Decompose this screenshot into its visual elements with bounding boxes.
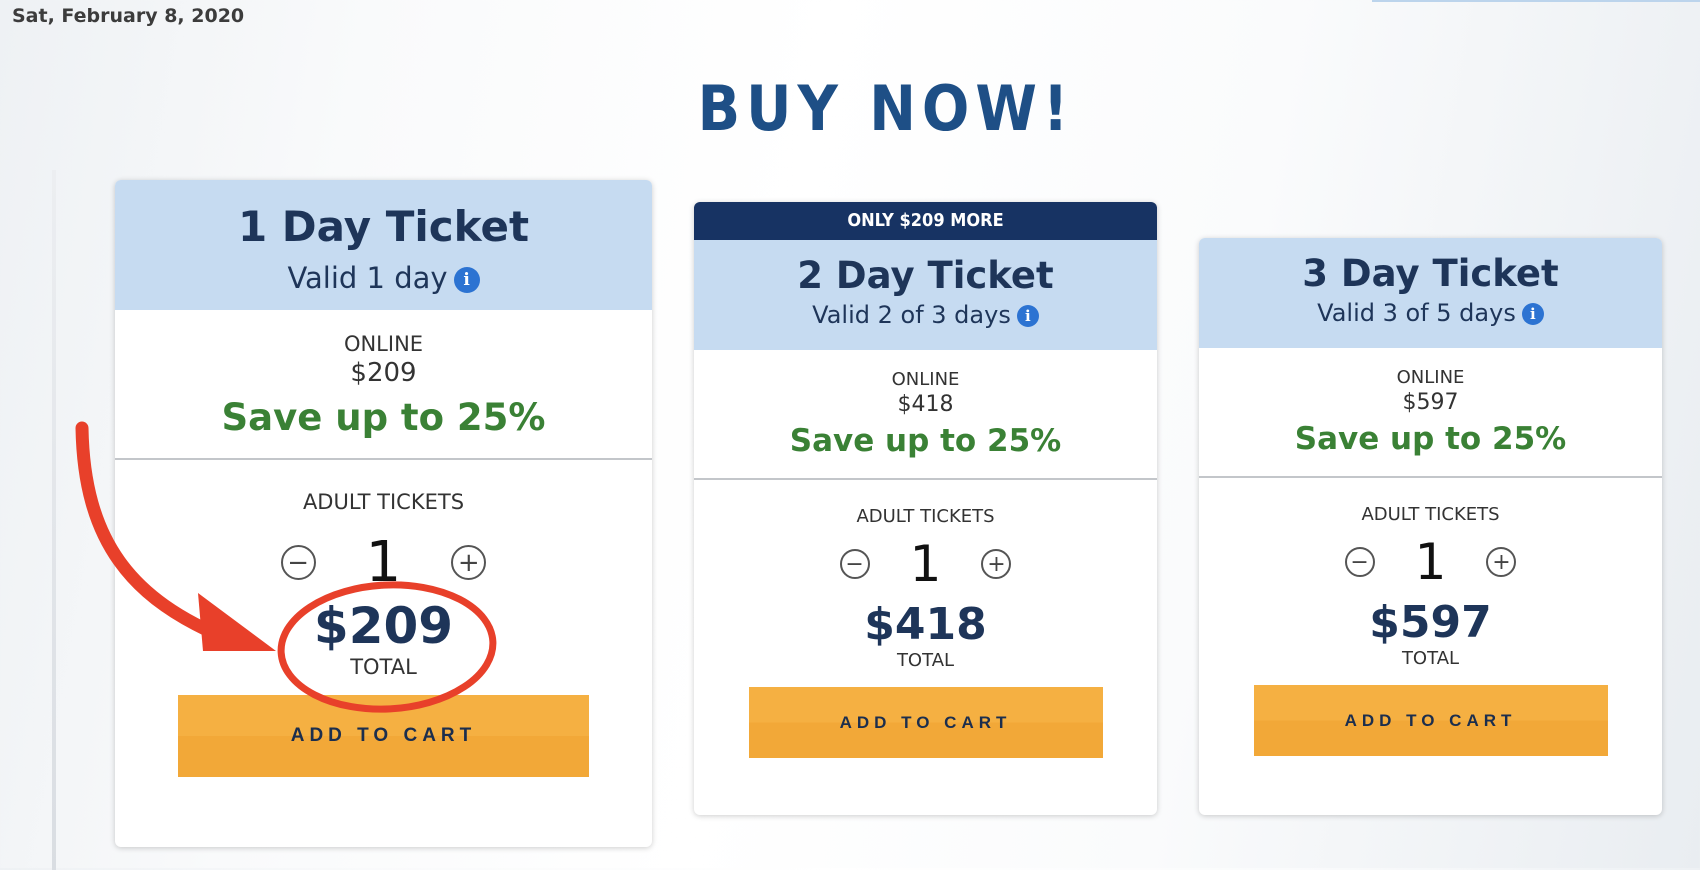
date-label: Sat, February 8, 2020: [12, 5, 245, 27]
info-icon[interactable]: i: [1016, 305, 1039, 327]
info-icon[interactable]: i: [453, 267, 480, 293]
ticket-card-2-day: ONLY $209 MORE 2 Day Ticket Valid 2 of 3…: [694, 202, 1157, 815]
online-label: ONLINE: [891, 369, 960, 390]
online-price-section: ONLINE $418 Save up to 25%: [694, 350, 1157, 480]
minus-circle-icon[interactable]: −: [280, 545, 316, 580]
ticket-title: 2 Day Ticket: [797, 254, 1054, 297]
quantity-section: ADULT TICKETS − 1 + $209 TOTAL ADD TO CA…: [115, 460, 652, 777]
page-headline: BUY NOW!: [697, 72, 1075, 145]
online-price: $209: [350, 358, 417, 388]
add-to-cart-button[interactable]: ADD TO CART: [178, 695, 589, 777]
plus-circle-icon[interactable]: +: [451, 545, 487, 580]
add-to-cart-button[interactable]: ADD TO CART: [1253, 685, 1608, 756]
card-header: 2 Day Ticket Valid 2 of 3 days i: [694, 240, 1157, 350]
online-price: $418: [897, 392, 954, 417]
adult-tickets-label: ADULT TICKETS: [302, 490, 465, 514]
quantity-value: 1: [365, 530, 402, 595]
quantity-value: 1: [909, 535, 942, 593]
online-price-section: ONLINE $209 Save up to 25%: [115, 310, 652, 460]
info-icon[interactable]: i: [1521, 303, 1544, 325]
savings-text: Save up to 25%: [789, 423, 1062, 459]
add-to-cart-button[interactable]: ADD TO CART: [748, 687, 1103, 758]
validity-text: Valid 3 of 5 days: [1317, 299, 1516, 327]
ticket-title: 3 Day Ticket: [1302, 252, 1559, 295]
minus-circle-icon[interactable]: −: [839, 549, 870, 579]
total-label: TOTAL: [1401, 648, 1460, 669]
quantity-stepper: − 1 +: [694, 535, 1157, 593]
adult-tickets-label: ADULT TICKETS: [856, 506, 995, 527]
online-price: $597: [1402, 390, 1459, 415]
validity-line: Valid 2 of 3 days i: [694, 301, 1157, 329]
quantity-stepper: − 1 +: [115, 530, 652, 595]
total-label: TOTAL: [350, 655, 417, 679]
ticket-card-3-day: 3 Day Ticket Valid 3 of 5 days i ONLINE $…: [1199, 238, 1662, 815]
validity-line: Valid 3 of 5 days i: [1199, 299, 1662, 327]
online-price-section: ONLINE $597 Save up to 25%: [1199, 348, 1662, 478]
validity-text: Valid 1 day: [287, 261, 448, 295]
validity-text: Valid 2 of 3 days: [812, 301, 1011, 329]
total-amount: $209: [313, 597, 454, 655]
top-accent-line: [1372, 0, 1700, 2]
validity-line: Valid 1 day i: [115, 261, 652, 295]
total-amount: $418: [864, 599, 987, 650]
quantity-stepper: − 1 +: [1199, 533, 1662, 591]
card-header: 1 Day Ticket Valid 1 day i: [115, 180, 652, 310]
card-header: 3 Day Ticket Valid 3 of 5 days i: [1199, 238, 1662, 348]
quantity-section: ADULT TICKETS − 1 + $418 TOTAL ADD TO CA…: [694, 480, 1157, 758]
upsell-badge: ONLY $209 MORE: [694, 202, 1157, 240]
quantity-value: 1: [1414, 533, 1447, 591]
adult-tickets-label: ADULT TICKETS: [1361, 504, 1500, 525]
background-stripe: [52, 170, 56, 870]
quantity-section: ADULT TICKETS − 1 + $597 TOTAL ADD TO CA…: [1199, 478, 1662, 756]
savings-text: Save up to 25%: [221, 396, 546, 439]
ticket-title: 1 Day Ticket: [237, 202, 530, 251]
savings-text: Save up to 25%: [1294, 421, 1567, 457]
total-label: TOTAL: [896, 650, 955, 671]
minus-circle-icon[interactable]: −: [1344, 547, 1375, 577]
online-label: ONLINE: [343, 332, 424, 356]
plus-circle-icon[interactable]: +: [981, 549, 1012, 579]
ticket-card-1-day: 1 Day Ticket Valid 1 day i ONLINE $209 Sa…: [115, 180, 652, 847]
total-amount: $597: [1369, 597, 1492, 648]
online-label: ONLINE: [1396, 367, 1465, 388]
plus-circle-icon[interactable]: +: [1486, 547, 1517, 577]
